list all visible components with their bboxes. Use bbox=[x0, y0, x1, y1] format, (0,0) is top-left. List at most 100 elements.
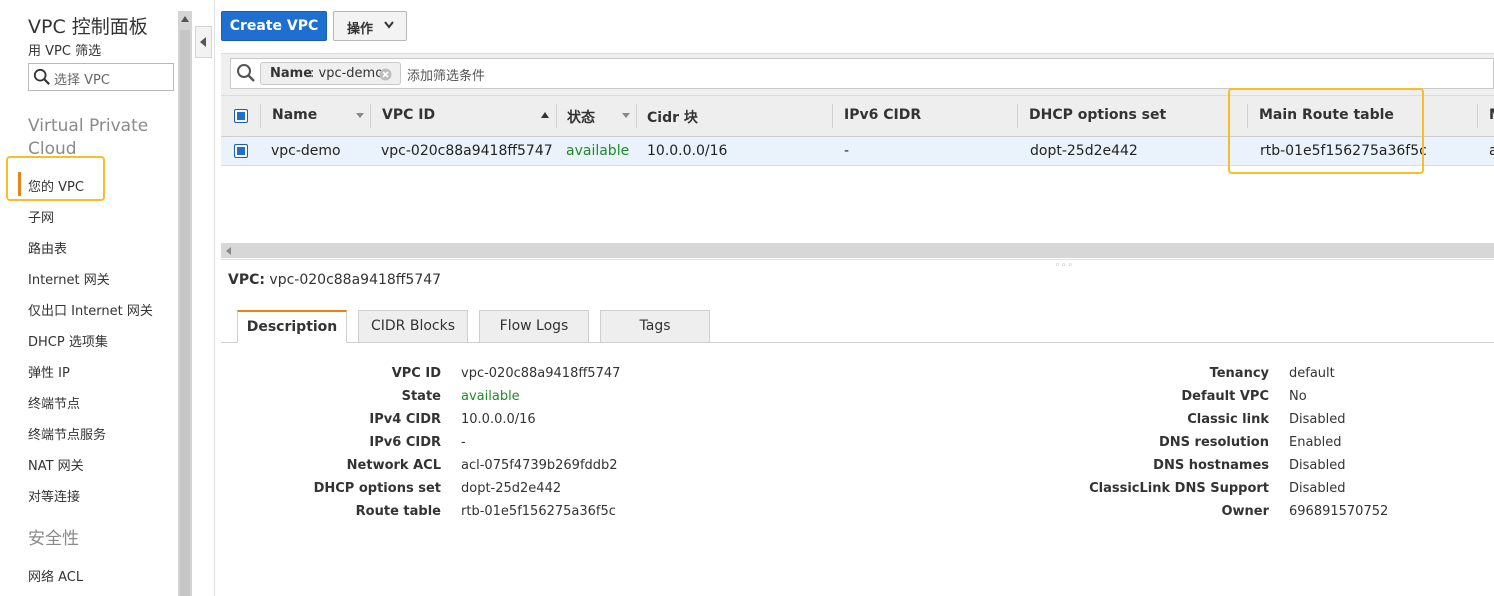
column-header-name[interactable]: Name bbox=[272, 107, 317, 123]
label-state: State bbox=[401, 389, 441, 404]
label-owner: Owner bbox=[1221, 504, 1269, 519]
vpc-filter-label: 用 VPC 筛选 bbox=[28, 44, 102, 59]
column-header-cidr[interactable]: Cidr 块 bbox=[647, 107, 698, 127]
tab-description[interactable]: Description bbox=[237, 310, 347, 343]
vpc-filter-select[interactable]: 选择 VPC bbox=[28, 63, 174, 91]
column-header-dhcp-options[interactable]: DHCP options set bbox=[1029, 107, 1166, 123]
tab-flow-logs[interactable]: Flow Logs bbox=[479, 310, 589, 342]
tab-tags[interactable]: Tags bbox=[600, 310, 710, 342]
sort-up-icon[interactable] bbox=[541, 112, 549, 118]
label-ipv4-cidr: IPv4 CIDR bbox=[369, 412, 441, 427]
value-ipv4-cidr: 10.0.0.0/16 bbox=[461, 412, 536, 427]
section-virtual-private-cloud: Virtual Private Cloud bbox=[28, 116, 149, 159]
sidebar-item-endpoint-services[interactable]: 终端节点服务 bbox=[28, 424, 106, 443]
tab-cidr-blocks[interactable]: CIDR Blocks bbox=[358, 310, 468, 342]
label-classiclink-dns: ClassicLink DNS Support bbox=[1089, 481, 1269, 496]
add-filter-placeholder[interactable]: 添加筛选条件 bbox=[407, 65, 485, 84]
pane-divider[interactable] bbox=[221, 259, 1494, 260]
sidebar-item-elastic-ips[interactable]: 弹性 IP bbox=[28, 362, 70, 381]
value-dns-hostnames: Disabled bbox=[1289, 458, 1346, 473]
value-tenancy: default bbox=[1289, 366, 1335, 381]
value-network-acl-link[interactable]: acl-075f4739b269fddb2 bbox=[461, 458, 618, 473]
label-tenancy: Tenancy bbox=[1209, 366, 1269, 381]
cell-vpc-id: vpc-020c88a9418ff5747 bbox=[381, 143, 553, 159]
value-classic-link: Disabled bbox=[1289, 412, 1346, 427]
filter-token[interactable]: Name : vpc-demo bbox=[260, 62, 401, 85]
sidebar-item-network-acls[interactable]: 网络 ACL bbox=[28, 566, 83, 585]
create-vpc-button[interactable]: Create VPC bbox=[221, 11, 327, 41]
resize-handle-icon[interactable]: ◦◦◦ bbox=[1055, 261, 1074, 271]
column-separator[interactable] bbox=[1477, 104, 1478, 128]
table-horizontal-scrollbar[interactable] bbox=[221, 243, 1494, 258]
label-route-table: Route table bbox=[355, 504, 441, 519]
scroll-up-arrow-icon[interactable] bbox=[180, 13, 190, 25]
cell-name: vpc-demo bbox=[271, 143, 341, 159]
sidebar-item-nat-gateways[interactable]: NAT 网关 bbox=[28, 455, 84, 474]
value-state: available bbox=[461, 389, 520, 404]
column-separator[interactable] bbox=[832, 104, 833, 128]
column-separator[interactable] bbox=[636, 104, 637, 128]
column-separator[interactable] bbox=[260, 104, 261, 128]
sidebar-item-subnets[interactable]: 子网 bbox=[28, 207, 54, 226]
sidebar-title[interactable]: VPC 控制面板 bbox=[28, 12, 148, 39]
search-icon bbox=[33, 68, 50, 85]
sidebar-scrollbar-thumb[interactable] bbox=[180, 30, 190, 596]
label-network-acl: Network ACL bbox=[346, 458, 441, 473]
actions-dropdown[interactable]: 操作 bbox=[333, 11, 407, 41]
section-security: 安全性 bbox=[28, 529, 79, 549]
value-owner: 696891570752 bbox=[1289, 504, 1389, 519]
column-header-state[interactable]: 状态 bbox=[567, 107, 595, 127]
column-separator[interactable] bbox=[370, 104, 371, 128]
actions-label: 操作 bbox=[347, 22, 374, 37]
label-ipv6-cidr: IPv6 CIDR bbox=[369, 435, 441, 450]
sidebar-item-egress-only-gateways[interactable]: 仅出口 Internet 网关 bbox=[28, 300, 153, 319]
detail-vpc-heading: VPC: vpc-020c88a9418ff5747 bbox=[228, 272, 441, 288]
value-vpc-id: vpc-020c88a9418ff5747 bbox=[461, 366, 621, 381]
tabs-baseline bbox=[221, 342, 1494, 343]
cell-ipv6: - bbox=[844, 143, 850, 159]
chevron-down-icon bbox=[384, 21, 394, 29]
search-icon bbox=[237, 64, 255, 82]
sidebar-item-peering[interactable]: 对等连接 bbox=[28, 486, 80, 505]
sidebar-item-dhcp-options[interactable]: DHCP 选项集 bbox=[28, 331, 108, 350]
highlight-main-route-table bbox=[1228, 88, 1424, 174]
label-dhcp-options: DHCP options set bbox=[313, 481, 441, 496]
column-header-vpc-id[interactable]: VPC ID bbox=[382, 107, 435, 123]
sidebar-item-route-tables[interactable]: 路由表 bbox=[28, 238, 67, 257]
filter-token-key: Name bbox=[270, 66, 313, 81]
cell-dhcp-link[interactable]: dopt-25d2e442 bbox=[1030, 143, 1138, 159]
sidebar: VPC 控制面板 用 VPC 筛选 选择 VPC Virtual Private… bbox=[0, 0, 178, 596]
label-dns-resolution: DNS resolution bbox=[1158, 435, 1269, 450]
vpc-filter-placeholder: 选择 VPC bbox=[54, 73, 110, 88]
scroll-left-arrow-icon[interactable] bbox=[224, 246, 233, 256]
cell-state: available bbox=[566, 143, 630, 159]
filter-token-value: : vpc-demo bbox=[310, 66, 384, 81]
sidebar-item-internet-gateways[interactable]: Internet 网关 bbox=[28, 269, 110, 288]
sidebar-collapse-strip bbox=[192, 0, 215, 596]
sidebar-item-endpoints[interactable]: 终端节点 bbox=[28, 393, 80, 412]
row-checkbox[interactable] bbox=[234, 144, 248, 158]
column-header-ipv6-cidr[interactable]: IPv6 CIDR bbox=[844, 107, 921, 123]
column-separator[interactable] bbox=[1017, 104, 1018, 128]
column-separator[interactable] bbox=[556, 104, 557, 128]
column-header-truncated[interactable]: M bbox=[1489, 107, 1494, 123]
value-dhcp-options-link[interactable]: dopt-25d2e442 bbox=[461, 481, 561, 496]
label-dns-hostnames: DNS hostnames bbox=[1153, 458, 1269, 473]
value-ipv6-cidr: - bbox=[461, 435, 466, 450]
collapse-sidebar-button[interactable] bbox=[195, 26, 212, 58]
value-classiclink-dns: Disabled bbox=[1289, 481, 1346, 496]
detail-vpc-prefix: VPC: bbox=[228, 272, 265, 288]
value-dns-resolution: Enabled bbox=[1289, 435, 1342, 450]
sort-down-icon[interactable] bbox=[622, 113, 630, 119]
select-all-checkbox[interactable] bbox=[234, 109, 248, 123]
chevron-left-icon bbox=[200, 37, 206, 47]
cell-cidr: 10.0.0.0/16 bbox=[647, 143, 728, 159]
cell-truncated-link[interactable]: a bbox=[1489, 143, 1494, 159]
value-default-vpc: No bbox=[1289, 389, 1307, 404]
remove-filter-icon[interactable] bbox=[379, 68, 392, 81]
label-vpc-id: VPC ID bbox=[391, 366, 441, 381]
sidebar-item-your-vpcs[interactable]: 您的 VPC bbox=[28, 176, 84, 195]
sort-down-icon[interactable] bbox=[356, 113, 364, 119]
value-route-table-link[interactable]: rtb-01e5f156275a36f5c bbox=[461, 504, 616, 519]
detail-vpc-id: vpc-020c88a9418ff5747 bbox=[269, 272, 442, 288]
